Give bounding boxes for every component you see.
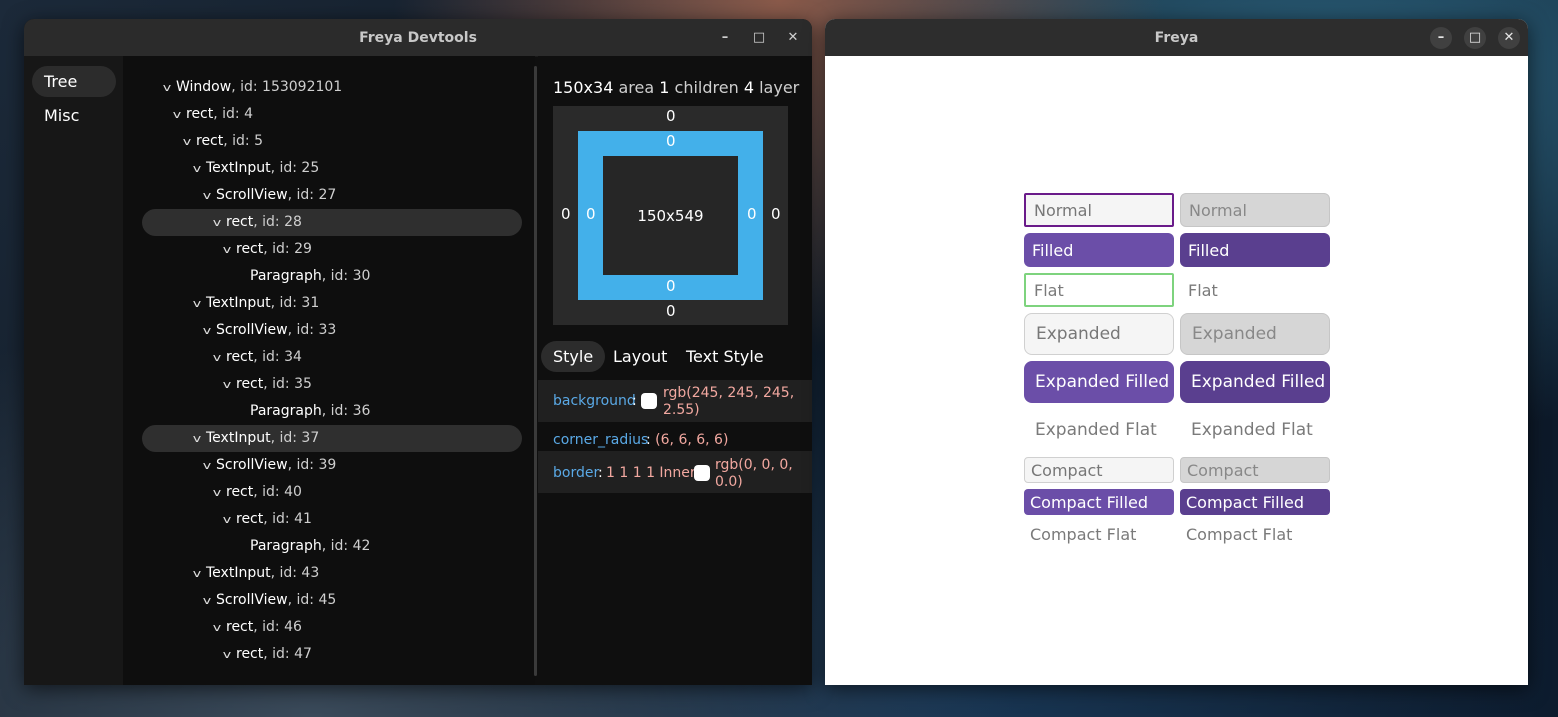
compact-filled-input[interactable]: Compact Filled xyxy=(1024,489,1174,515)
freya-titlebar[interactable]: Freya – □ ✕ xyxy=(825,19,1528,56)
tree-node[interactable]: v ScrollView, id: 33 xyxy=(195,317,337,344)
sidebar-item-tree[interactable]: Tree xyxy=(32,66,116,97)
padding-top: 0 xyxy=(666,132,676,150)
devtools-window: Freya Devtools – □ ✕ Tree Misc v Window, … xyxy=(24,19,812,685)
compact-input[interactable]: Compact xyxy=(1024,457,1174,483)
expanded-input-disabled[interactable]: Expanded xyxy=(1180,313,1330,355)
freya-window: Freya – □ ✕ Normal Normal Filled Filled … xyxy=(825,19,1528,685)
padding-left: 0 xyxy=(586,205,596,223)
chevron-down-icon[interactable]: v xyxy=(185,425,208,452)
tree-node[interactable]: v Window, id: 153092101 xyxy=(158,74,342,101)
chevron-down-icon[interactable]: v xyxy=(195,317,218,344)
padding-right: 0 xyxy=(747,205,757,223)
chevron-down-icon[interactable]: v xyxy=(175,128,198,155)
minimize-button[interactable]: – xyxy=(1430,26,1452,49)
tree-node[interactable]: v rect, id: 46 xyxy=(208,614,302,641)
sidebar-item-misc[interactable]: Misc xyxy=(32,100,116,131)
chevron-down-icon[interactable]: v xyxy=(185,560,208,587)
margin-left: 0 xyxy=(561,205,571,223)
chevron-down-icon[interactable]: v xyxy=(185,155,208,182)
box-content: 150x549 xyxy=(603,156,738,275)
node-tree: v Window, id: 153092101 v rect, id: 4 v rec… xyxy=(123,56,535,685)
tree-node-hovered[interactable]: v TextInput, id: 37 xyxy=(142,425,522,452)
chevron-down-icon[interactable]: v xyxy=(195,452,218,479)
window-title: Freya xyxy=(1154,29,1199,46)
chevron-down-icon[interactable]: v xyxy=(155,74,178,101)
tab-text-style[interactable]: Text Style xyxy=(674,341,776,372)
flat-input-disabled[interactable]: Flat xyxy=(1180,273,1330,307)
tree-node[interactable]: v ScrollView, id: 39 xyxy=(195,452,337,479)
tab-layout[interactable]: Layout xyxy=(601,341,679,372)
node-summary: 150x34 area 1 children 4 layer xyxy=(553,78,800,97)
prop-border: border : 1 1 1 1 Inner rgb(0, 0, 0, 0.0) xyxy=(538,451,812,493)
maximize-button[interactable]: □ xyxy=(748,27,770,49)
filled-input[interactable]: Filled xyxy=(1024,233,1174,267)
color-swatch xyxy=(694,465,710,481)
box-padding: 0 0 0 0 150x549 xyxy=(578,131,763,300)
normal-input[interactable]: Normal xyxy=(1024,193,1174,227)
chevron-down-icon[interactable]: v xyxy=(195,587,218,614)
tree-node[interactable]: v rect, id: 47 xyxy=(218,641,312,668)
tree-node[interactable]: v rect, id: 41 xyxy=(218,506,312,533)
tab-style[interactable]: Style xyxy=(541,341,606,372)
window-title: Freya Devtools xyxy=(359,29,477,46)
tree-node[interactable]: v ScrollView, id: 27 xyxy=(195,182,337,209)
expanded-input[interactable]: Expanded xyxy=(1024,313,1174,355)
tree-node[interactable]: v rect, id: 29 xyxy=(218,236,312,263)
tree-node[interactable]: v rect, id: 5 xyxy=(178,128,263,155)
close-button[interactable]: ✕ xyxy=(1498,26,1520,49)
devtools-sidebar: Tree Misc xyxy=(24,56,123,685)
chevron-down-icon[interactable]: v xyxy=(215,641,238,668)
close-button[interactable]: ✕ xyxy=(782,27,804,49)
chevron-down-icon[interactable]: v xyxy=(205,479,228,506)
chevron-down-icon[interactable]: v xyxy=(215,236,238,263)
margin-right: 0 xyxy=(771,205,781,223)
chevron-down-icon[interactable]: v xyxy=(165,101,188,128)
tree-node[interactable]: Paragraph, id: 30 xyxy=(250,263,370,290)
filled-input-disabled[interactable]: Filled xyxy=(1180,233,1330,267)
expanded-flat-input-disabled[interactable]: Expanded Flat xyxy=(1180,409,1330,451)
box-model: 0 0 0 0 0 0 0 0 150x549 xyxy=(553,106,788,325)
compact-input-disabled[interactable]: Compact xyxy=(1180,457,1330,483)
chevron-down-icon[interactable]: v xyxy=(185,290,208,317)
margin-bottom: 0 xyxy=(666,302,676,320)
expanded-filled-input-disabled[interactable]: Expanded Filled xyxy=(1180,361,1330,403)
app-content: Normal Normal Filled Filled Flat Flat Ex… xyxy=(825,56,1528,685)
expanded-filled-input[interactable]: Expanded Filled xyxy=(1024,361,1174,403)
tree-node[interactable]: v rect, id: 40 xyxy=(208,479,302,506)
tree-node[interactable]: Paragraph, id: 36 xyxy=(250,398,370,425)
tree-node[interactable]: Paragraph, id: 42 xyxy=(250,533,370,560)
minimize-button[interactable]: – xyxy=(714,27,736,49)
margin-top: 0 xyxy=(666,107,676,125)
compact-flat-input-disabled[interactable]: Compact Flat xyxy=(1180,521,1330,547)
padding-bottom: 0 xyxy=(666,277,676,295)
inspector-panel: 150x34 area 1 children 4 layer 0 0 0 0 0… xyxy=(538,56,812,685)
tree-node-selected[interactable]: v rect, id: 28 xyxy=(142,209,522,236)
maximize-button[interactable]: □ xyxy=(1464,26,1486,49)
tree-node[interactable]: v TextInput, id: 43 xyxy=(188,560,319,587)
chevron-down-icon[interactable]: v xyxy=(215,506,238,533)
tree-node[interactable]: v ScrollView, id: 45 xyxy=(195,587,337,614)
tree-node[interactable]: v TextInput, id: 25 xyxy=(188,155,319,182)
tree-node[interactable]: v TextInput, id: 31 xyxy=(188,290,319,317)
chevron-down-icon[interactable]: v xyxy=(195,182,218,209)
tree-node[interactable]: v rect, id: 35 xyxy=(218,371,312,398)
chevron-down-icon[interactable]: v xyxy=(205,209,228,236)
color-swatch xyxy=(641,393,657,409)
compact-filled-input-disabled[interactable]: Compact Filled xyxy=(1180,489,1330,515)
normal-input-disabled[interactable]: Normal xyxy=(1180,193,1330,227)
compact-flat-input[interactable]: Compact Flat xyxy=(1024,521,1174,547)
tree-node[interactable]: v rect, id: 34 xyxy=(208,344,302,371)
flat-input[interactable]: Flat xyxy=(1024,273,1174,307)
panel-splitter[interactable] xyxy=(534,66,537,676)
chevron-down-icon[interactable]: v xyxy=(205,344,228,371)
prop-background: background : rgb(245, 245, 245, 2.55) xyxy=(538,380,812,422)
chevron-down-icon[interactable]: v xyxy=(215,371,238,398)
devtools-titlebar[interactable]: Freya Devtools – □ ✕ xyxy=(24,19,812,57)
tree-node[interactable]: v rect, id: 4 xyxy=(168,101,253,128)
chevron-down-icon[interactable]: v xyxy=(205,614,228,641)
expanded-flat-input[interactable]: Expanded Flat xyxy=(1024,409,1174,451)
